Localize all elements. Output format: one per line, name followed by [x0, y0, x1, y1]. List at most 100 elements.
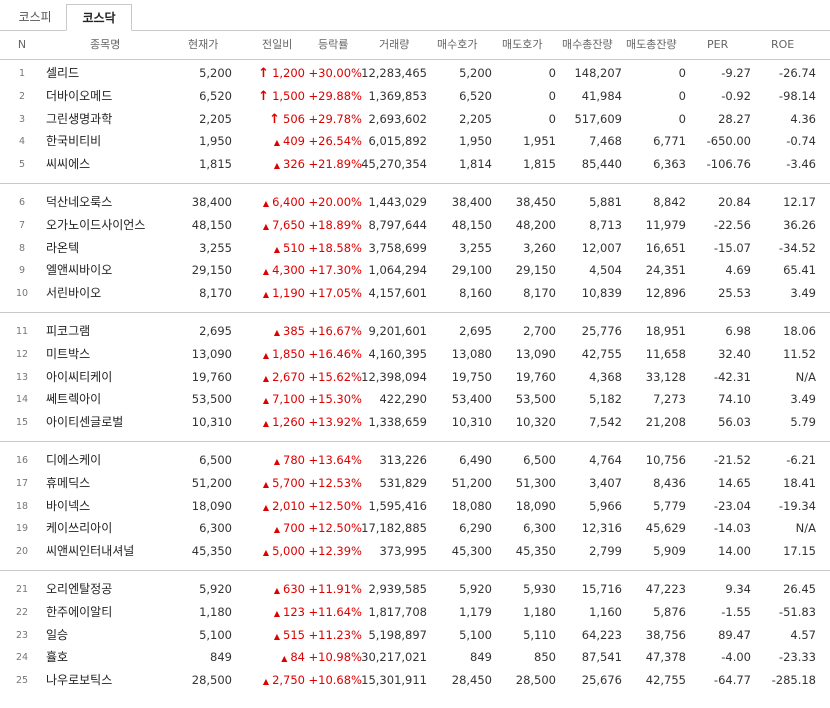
table-row: 10 서린바이오 8,170 ▲ 1,190 +17.05% 4,157,601 8,160 8… [0, 282, 830, 305]
up-triangle-icon: ▲ [262, 373, 270, 383]
ask-quantity: 8,436 [653, 475, 686, 490]
bid-price: 13,080 [451, 346, 492, 361]
ask-price: 3,260 [523, 240, 556, 255]
ask-quantity: 11,658 [645, 346, 686, 361]
change-value: 506 [283, 111, 305, 126]
bid-quantity: 42,755 [581, 346, 622, 361]
up-triangle-icon: ▲ [262, 396, 270, 406]
bid-price: 2,695 [459, 324, 492, 338]
table-row: 3 그린생명과학 2,205 ↑ 506 +29.78% 2,693,602 2,205 0 51… [0, 108, 830, 131]
bid-price: 28,450 [451, 673, 492, 688]
table-row: 2 더바이오메드 6,520 ↑ 1,500 +29.88% 1,369,853 6,520 0… [0, 85, 830, 108]
current-price: 18,090 [191, 498, 232, 513]
change-rate: +29.88% [308, 88, 363, 103]
stock-name-link[interactable]: 오리엔탈정공 [46, 578, 112, 601]
stock-name-link[interactable]: 아이티센글로벌 [46, 411, 123, 434]
tab-kosdaq[interactable]: 코스닥 [66, 4, 132, 31]
tab-kospi[interactable]: 코스피 [6, 4, 64, 30]
row-number: 3 [18, 113, 26, 125]
bid-quantity: 5,966 [589, 498, 622, 513]
bid-price: 48,150 [451, 217, 492, 232]
up-triangle-icon: ▲ [273, 244, 281, 254]
per: 74.10 [718, 392, 751, 407]
stock-name-link[interactable]: 셀리드 [46, 62, 79, 85]
up-triangle-icon: ▲ [273, 631, 281, 641]
change-value: 2,010 [272, 498, 305, 513]
change-value: 6,400 [272, 195, 305, 209]
group-divider [0, 182, 830, 184]
change-rate: +15.30% [308, 392, 363, 407]
stock-name-link[interactable]: 케이쓰리아이 [46, 517, 112, 540]
stock-name-link[interactable]: 나우로보틱스 [46, 669, 112, 692]
ask-price: 19,760 [515, 369, 556, 384]
change-rate: +12.53% [308, 475, 363, 490]
stock-name-link[interactable]: 씨씨에스 [46, 153, 90, 176]
change-rate: +20.00% [308, 195, 363, 209]
volume: 4,160,395 [368, 346, 427, 361]
limit-up-arrow-icon: ↑ [258, 88, 270, 104]
stock-name-link[interactable]: 한국비티비 [46, 130, 101, 153]
stock-name-link[interactable]: 피코그램 [46, 320, 90, 343]
row-number: 25 [15, 675, 29, 687]
row-number: 18 [15, 500, 29, 512]
stock-name-link[interactable]: 휴메딕스 [46, 472, 90, 495]
bid-price: 51,200 [451, 475, 492, 490]
bid-quantity: 10,839 [581, 286, 622, 301]
ask-price: 850 [534, 650, 556, 665]
col-volume: 거래량 [379, 38, 410, 51]
roe: -23.33 [778, 650, 816, 665]
table-row: 1 셀리드 5,200 ↑ 1,200 +30.00% 12,283,465 5,200 0 14… [0, 62, 830, 85]
table-row: 5 씨씨에스 1,815 ▲ 326 +21.89% 45,270,354 1,814 1,81… [0, 153, 830, 176]
ask-quantity: 16,651 [645, 240, 686, 255]
stock-name-link[interactable]: 디에스케이 [46, 449, 101, 472]
per: -23.04 [713, 498, 751, 513]
row-number: 22 [15, 606, 29, 618]
ask-quantity: 6,771 [653, 134, 686, 149]
up-triangle-icon: ▲ [262, 267, 270, 277]
stock-name-link[interactable]: 아이씨티케이 [46, 366, 112, 389]
ask-quantity: 10,756 [645, 453, 686, 467]
bid-price: 1,950 [459, 134, 492, 149]
stock-name-link[interactable]: 그린생명과학 [46, 108, 112, 131]
ask-quantity: 5,909 [653, 544, 686, 559]
bid-quantity: 12,007 [581, 240, 622, 255]
stock-name-link[interactable]: 미트박스 [46, 343, 90, 366]
stock-name-link[interactable]: 휼호 [46, 646, 68, 669]
stock-name-link[interactable]: 라온텍 [46, 237, 79, 260]
row-number: 7 [18, 219, 26, 231]
stock-name-link[interactable]: 오가노이드사이언스 [46, 214, 145, 237]
current-price: 6,520 [199, 88, 232, 103]
volume: 6,015,892 [368, 134, 427, 149]
change-amount: ▲ 123 [274, 601, 305, 624]
up-triangle-icon: ▲ [273, 457, 281, 466]
roe: -26.74 [778, 66, 816, 80]
change-rate: +12.50% [308, 521, 363, 536]
current-price: 13,090 [191, 346, 232, 361]
volume: 1,595,416 [368, 498, 427, 513]
col-ask: 매도호가 [502, 38, 543, 51]
stock-name-link[interactable]: 서린바이오 [46, 282, 101, 305]
table-row: 9 엘앤씨바이오 29,150 ▲ 4,300 +17.30% 1,064,294 29,10… [0, 259, 830, 282]
current-price: 1,815 [199, 157, 232, 172]
row-number: 1 [18, 68, 26, 79]
roe: -0.74 [786, 134, 816, 149]
stock-name-link[interactable]: 엘앤씨바이오 [46, 259, 112, 282]
ask-quantity: 5,876 [653, 604, 686, 619]
row-number: 24 [15, 652, 29, 664]
stock-name-link[interactable]: 더바이오메드 [46, 85, 112, 108]
per: 9.34 [725, 582, 751, 596]
stock-name-link[interactable]: 일승 [46, 624, 68, 647]
up-triangle-icon: ▲ [262, 199, 270, 208]
change-rate: +10.98% [308, 650, 363, 665]
stock-name-link[interactable]: 한주에이알티 [46, 601, 112, 624]
stock-name-link[interactable]: 씨앤씨인터내셔널 [46, 540, 134, 563]
row-number: 19 [15, 523, 29, 535]
change-amount: ▲ 7,100 [263, 388, 305, 411]
stock-name-link[interactable]: 덕산네오룩스 [46, 191, 112, 214]
ask-quantity: 0 [678, 66, 686, 80]
up-triangle-icon: ▲ [273, 328, 281, 337]
group-divider [0, 440, 830, 442]
stock-name-link[interactable]: 쎄트렉아이 [46, 388, 101, 411]
market-tabs: 코스피 코스닥 [0, 0, 830, 31]
stock-name-link[interactable]: 바이넥스 [46, 495, 90, 518]
